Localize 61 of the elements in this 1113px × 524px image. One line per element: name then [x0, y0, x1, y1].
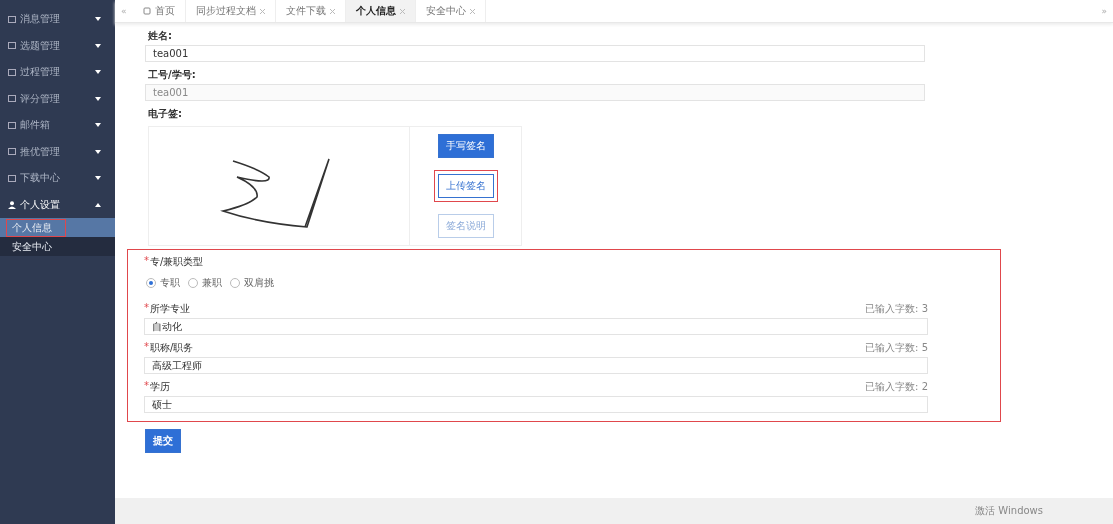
sidebar-item[interactable]: 选题管理 [0, 32, 115, 59]
field-label: 职称/职务 [150, 341, 194, 355]
caret-icon [95, 149, 101, 154]
required-mark: * [144, 380, 149, 393]
sidebar-item-label: 邮件箱 [20, 118, 51, 133]
tab[interactable]: 文件下载 [275, 0, 346, 22]
caret-icon [95, 96, 101, 101]
text-field[interactable]: 硕士 [144, 396, 928, 413]
required-mark: * [144, 341, 149, 354]
field-label: 工号/学号: [148, 69, 196, 81]
char-count: 已输入字数: 5 [865, 341, 928, 355]
required-mark: * [144, 302, 149, 315]
sidebar-item[interactable]: 下载中心 [0, 165, 115, 192]
signature-button[interactable]: 手写签名 [437, 134, 494, 158]
caret-icon [95, 202, 101, 207]
submenu-item[interactable]: 个人信息 [6, 218, 66, 237]
text-field[interactable]: tea001 [145, 45, 925, 62]
radio-option[interactable]: 专职 [146, 276, 180, 290]
tab[interactable]: 安全中心 [415, 0, 486, 22]
sidebar-item-label: 评分管理 [20, 91, 61, 106]
tab[interactable]: 首页 [132, 0, 186, 22]
signature-button[interactable]: 上传签名 [437, 174, 494, 198]
close-icon[interactable] [399, 8, 405, 14]
text-field[interactable]: 自动化 [144, 318, 928, 335]
field-label: 姓名: [148, 30, 172, 42]
caret-icon [95, 70, 101, 75]
field-label: 专/兼职类型 [150, 255, 204, 269]
sidebar-item[interactable]: 邮件箱 [0, 112, 115, 139]
char-count: 已输入字数: 2 [865, 380, 928, 394]
sidebar-item[interactable]: 推优管理 [0, 138, 115, 165]
field-label: 所学专业 [150, 302, 190, 316]
caret-icon [95, 43, 101, 48]
submit-button[interactable]: 提交 [145, 429, 181, 453]
sidebar-item-label: 选题管理 [20, 38, 61, 53]
radio-option[interactable]: 双肩挑 [230, 276, 274, 290]
required-mark: * [144, 255, 149, 268]
close-icon[interactable] [469, 8, 475, 14]
field-label: 电子签: [148, 108, 182, 120]
char-count: 已输入字数: 3 [865, 302, 928, 316]
text-field[interactable]: 高级工程师 [144, 357, 928, 374]
tab[interactable]: 同步过程文档 [185, 0, 276, 22]
home-icon [142, 7, 151, 15]
os-activation-notice: 激活 Windows [975, 504, 1043, 518]
caret-icon [95, 176, 101, 181]
caret-icon [95, 123, 101, 128]
caret-icon [95, 17, 101, 22]
sidebar-item[interactable]: 消息管理 [0, 6, 115, 33]
sidebar-item-label: 推优管理 [20, 144, 61, 159]
sidebar-item[interactable]: 个人设置 [0, 191, 115, 218]
sidebar-item-label: 过程管理 [20, 65, 61, 80]
field-label: 学历 [150, 380, 170, 394]
sidebar-item[interactable]: 评分管理 [0, 85, 115, 112]
person-icon [8, 200, 16, 209]
close-icon[interactable] [329, 8, 335, 14]
sidebar-item[interactable]: 过程管理 [0, 59, 115, 86]
radio-option[interactable]: 兼职 [188, 276, 222, 290]
tab[interactable]: 个人信息 [345, 0, 416, 22]
sidebar-item-label: 个人设置 [20, 197, 61, 212]
close-icon[interactable] [259, 8, 265, 14]
sidebar-item-label: 下载中心 [20, 171, 61, 186]
sidebar-item-label: 消息管理 [20, 12, 61, 27]
